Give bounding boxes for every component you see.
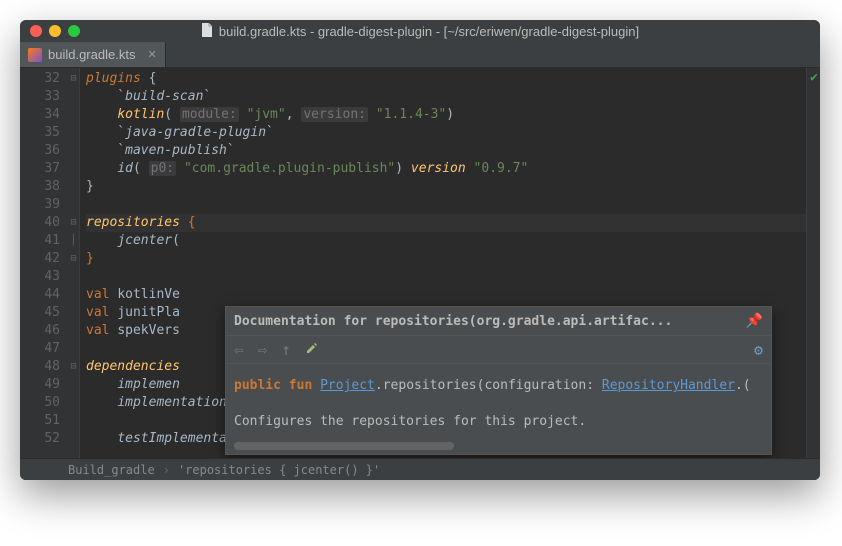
edit-source-icon[interactable] [305,341,319,359]
ide-window: build.gradle.kts - gradle-digest-plugin … [20,20,820,480]
doc-description: Configures the repositories for this pro… [234,412,763,432]
back-icon[interactable]: ⇦ [234,340,244,359]
marker-gutter[interactable]: ✔ [806,68,820,458]
up-icon[interactable]: ↑ [281,340,291,359]
fold-gutter[interactable]: ⊟⊟│⊟⊟ [68,68,80,458]
gear-icon[interactable]: ⚙ [754,341,763,359]
forward-icon[interactable]: ⇨ [258,340,268,359]
tab-build-gradle-kts[interactable]: build.gradle.kts ✕ [20,42,166,67]
editor: 3233343536373839404142434445464748495051… [20,68,820,458]
tab-label: build.gradle.kts [48,47,135,62]
breadcrumb-item[interactable]: 'repositories { jcenter() }' [178,463,380,477]
doc-toolbar: ⇦ ⇨ ↑ ⚙ [226,335,771,364]
breadcrumb-separator: › [163,463,170,477]
doc-link-project[interactable]: Project [320,378,375,393]
inspection-ok-icon[interactable]: ✔ [810,70,818,85]
line-number-gutter[interactable]: 3233343536373839404142434445464748495051… [20,68,68,458]
doc-horizontal-scrollbar[interactable] [234,442,454,450]
breadcrumb-item[interactable]: Build_gradle [68,463,155,477]
breadcrumb-bar[interactable]: Build_gradle › 'repositories { jcenter()… [20,458,820,480]
doc-title: Documentation for repositories(org.gradl… [234,314,738,329]
close-tab-icon[interactable]: ✕ [147,48,156,61]
tab-bar: build.gradle.kts ✕ [20,42,820,68]
window-title-text: build.gradle.kts - gradle-digest-plugin … [219,24,639,39]
doc-header: Documentation for repositories(org.gradl… [226,307,771,335]
doc-signature: public fun Project.repositories(configur… [234,376,763,396]
pin-icon[interactable]: 📌 [746,313,763,329]
documentation-popup[interactable]: Documentation for repositories(org.gradl… [225,306,772,455]
doc-link-repohandler[interactable]: RepositoryHandler [602,378,735,393]
editor-horizontal-scrollbar[interactable] [80,450,806,458]
titlebar[interactable]: build.gradle.kts - gradle-digest-plugin … [20,20,820,42]
doc-body[interactable]: public fun Project.repositories(configur… [226,364,771,454]
kotlin-file-icon [28,48,42,62]
window-title: build.gradle.kts - gradle-digest-plugin … [20,23,820,40]
file-icon [201,23,213,40]
